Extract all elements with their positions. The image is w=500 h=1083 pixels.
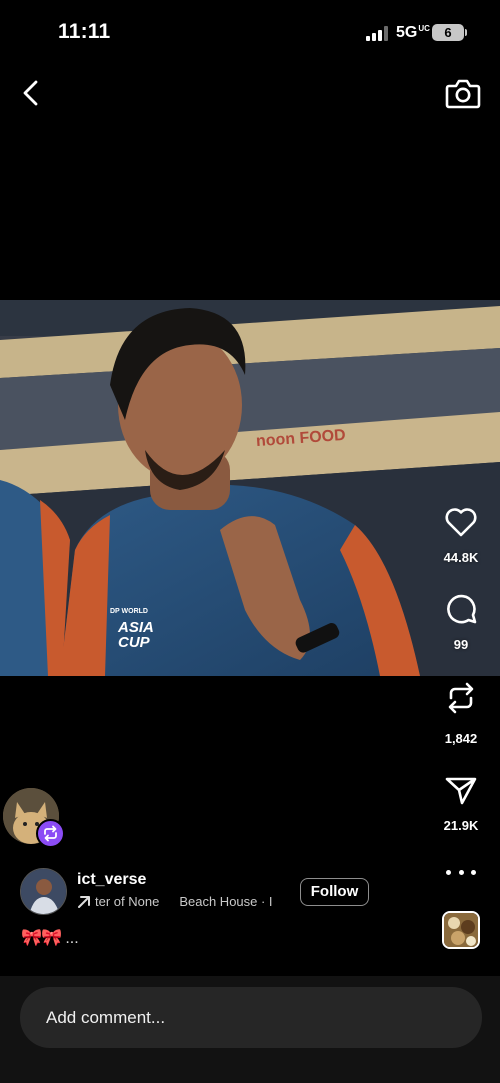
signal-icon [366, 26, 388, 41]
send-icon [445, 777, 477, 805]
like-button[interactable] [439, 502, 483, 542]
audio-cover-image [444, 913, 478, 947]
audio-thumbnail[interactable] [442, 911, 480, 949]
jersey-sponsor-text: DP WORLD [110, 608, 148, 615]
chevron-left-icon [23, 80, 38, 106]
repost-button[interactable] [439, 678, 483, 718]
video-player[interactable]: noon FOOD DP WORLD ASIA CUP [0, 300, 500, 676]
audio-title: ter of None [95, 894, 160, 910]
username[interactable]: ict_verse [77, 871, 146, 889]
author-avatar[interactable] [20, 868, 67, 915]
network-label: 5GUC [396, 24, 430, 41]
heart-icon [445, 508, 477, 537]
repost-icon [448, 682, 474, 714]
like-count: 44.8K [443, 550, 479, 565]
repost-badge-icon [44, 825, 57, 842]
author-avatar-image [21, 869, 66, 914]
caption-emoji: 🎀🎀 [21, 928, 62, 947]
repost-count: 1,842 [444, 731, 478, 746]
battery-tip [465, 29, 467, 36]
back-button[interactable] [14, 76, 48, 110]
more-icon [446, 869, 451, 875]
video-frame [0, 300, 500, 676]
follow-button[interactable]: Follow [300, 878, 369, 906]
repost-badge [36, 819, 65, 848]
more-options-button[interactable] [446, 862, 476, 882]
audio-track[interactable]: ter of None Beach House · I [77, 893, 287, 911]
comment-input[interactable]: Add comment... [20, 987, 482, 1048]
arrow-up-right-icon [78, 895, 90, 908]
comment-icon [447, 594, 477, 624]
comment-button[interactable] [439, 589, 483, 629]
camera-icon [445, 79, 481, 109]
camera-button[interactable] [444, 74, 482, 112]
battery-indicator: 6 [432, 24, 464, 41]
comment-count: 99 [453, 637, 469, 652]
share-button[interactable] [439, 770, 483, 810]
audio-artist: Beach House · I [179, 894, 273, 910]
status-time: 11:11 [58, 20, 111, 43]
status-bar: 11:11 5GUC 6 [0, 0, 500, 66]
caption[interactable]: 🎀🎀... [21, 928, 79, 948]
caption-more: ... [65, 930, 79, 947]
jersey-event-text: ASIA CUP [118, 619, 154, 651]
share-count: 21.9K [443, 818, 479, 833]
